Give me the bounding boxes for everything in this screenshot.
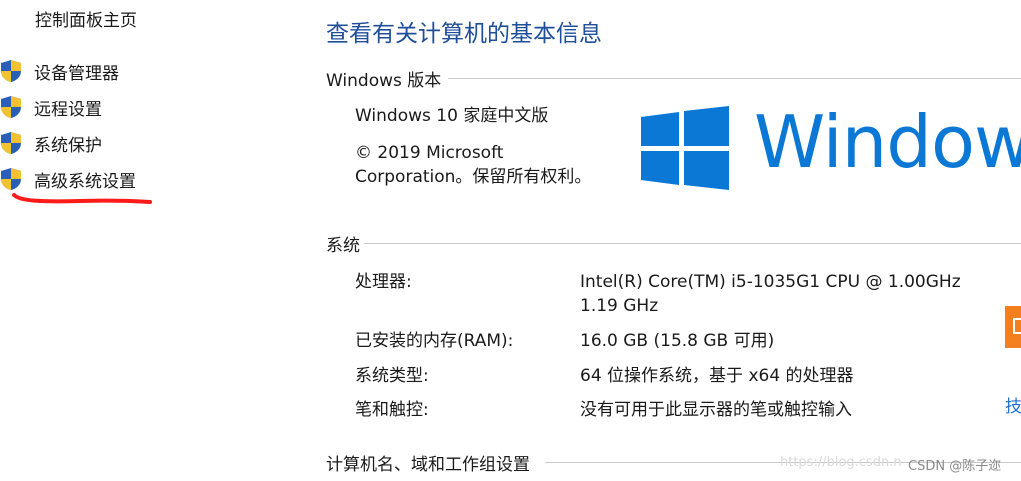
red-underline-annotation (12, 193, 152, 204)
shield-icon (1, 168, 21, 190)
spec-label-system-type: 系统类型: (355, 366, 429, 386)
shield-icon (1, 96, 21, 118)
sidebar-item-label: 高级系统设置 (34, 171, 136, 192)
support-logo-icon (1005, 306, 1021, 348)
copyright-line-1: © 2019 Microsoft (355, 143, 504, 163)
windows-logo-icon (641, 106, 729, 190)
spec-value-ram: 16.0 GB (15.8 GB 可用) (580, 331, 775, 351)
sidebar-item-device-manager[interactable]: 设备管理器 (0, 57, 119, 85)
section-heading-computer-name: 计算机名、域和工作组设置 (326, 455, 530, 475)
control-panel-home-link[interactable]: 控制面板主页 (35, 6, 137, 31)
sidebar-item-label: 远程设置 (34, 99, 102, 120)
watermark: CSDN @陈子迩 (908, 459, 1002, 474)
section-divider (364, 243, 1021, 244)
sidebar-item-label: 系统保护 (34, 135, 102, 156)
shield-icon (1, 60, 21, 82)
section-divider (448, 78, 1021, 79)
support-link[interactable]: 技 (1005, 392, 1021, 417)
sidebar-item-advanced-system-settings[interactable]: 高级系统设置 (0, 165, 136, 193)
spec-value-processor-freq: 1.19 GHz (580, 296, 659, 316)
spec-value-system-type: 64 位操作系统，基于 x64 的处理器 (580, 366, 854, 386)
page-title: 查看有关计算机的基本信息 (326, 21, 602, 47)
watermark-url: https://blog.csdn.n (780, 455, 902, 470)
section-heading-windows-edition: Windows 版本 (326, 71, 442, 91)
shield-icon (1, 132, 21, 154)
copyright-line-2: Corporation。保留所有权利。 (355, 167, 592, 187)
section-heading-system: 系统 (326, 236, 360, 256)
sidebar-item-system-protection[interactable]: 系统保护 (0, 129, 102, 157)
spec-label-pen-touch: 笔和触控: (355, 400, 429, 420)
spec-label-ram: 已安装的内存(RAM): (355, 331, 514, 351)
sidebar-item-label: 设备管理器 (34, 63, 119, 84)
sidebar-item-remote-settings[interactable]: 远程设置 (0, 93, 102, 121)
spec-label-processor: 处理器: (355, 272, 412, 292)
spec-value-pen-touch: 没有可用于此显示器的笔或触控输入 (580, 400, 852, 420)
spec-value-processor: Intel(R) Core(TM) i5-1035G1 CPU @ 1.00GH… (580, 272, 961, 292)
windows-edition-value: Windows 10 家庭中文版 (355, 106, 549, 126)
windows-logo-text: Windows (754, 100, 1021, 184)
